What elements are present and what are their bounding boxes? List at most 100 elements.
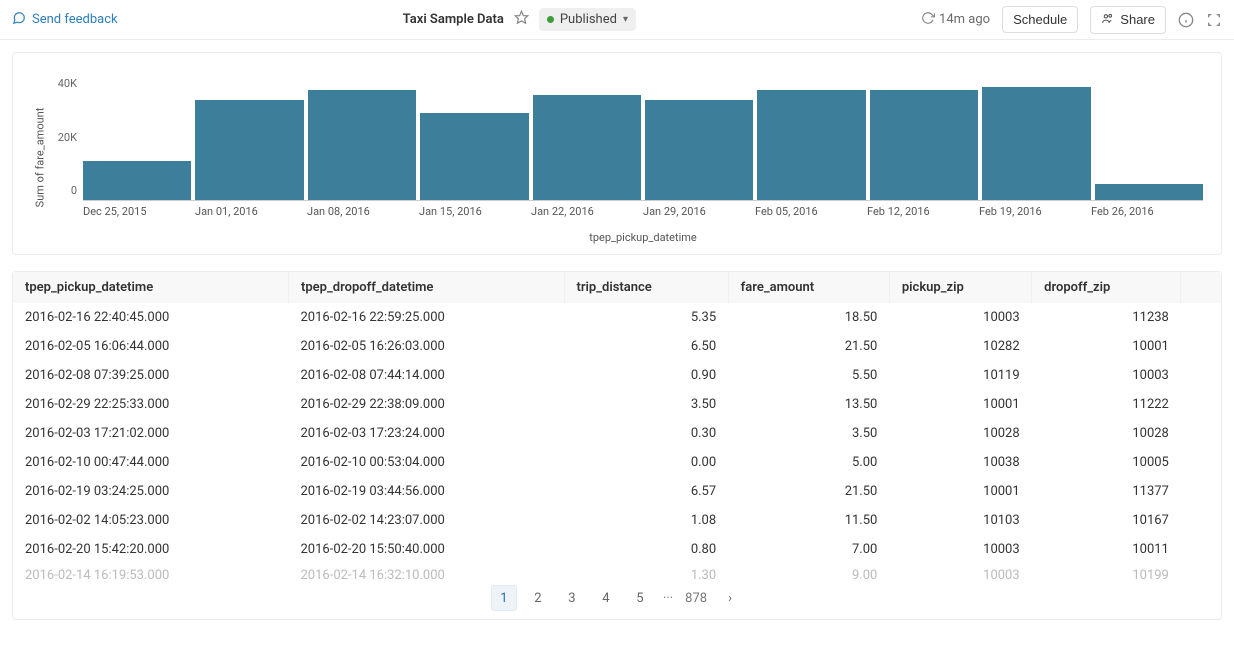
page-3[interactable]: 3 <box>559 585 585 611</box>
chart-yaxis: 40K 20K 0 <box>49 77 83 197</box>
xtick: Dec 25, 2015 <box>83 205 195 227</box>
xtick: Jan 08, 2016 <box>307 205 419 227</box>
star-icon[interactable] <box>514 10 529 29</box>
chart-bar[interactable] <box>195 100 303 200</box>
table-cell: 11238 <box>1032 303 1181 332</box>
table-cell: 10005 <box>1032 448 1181 477</box>
column-header[interactable]: dropoff_zip <box>1032 272 1181 303</box>
table-row[interactable]: 2016-02-29 22:25:33.0002016-02-29 22:38:… <box>13 390 1221 419</box>
table-cell: 2016-02-16 22:40:45.000 <box>13 303 289 332</box>
table-cell: 10038 <box>889 448 1031 477</box>
xtick: Jan 15, 2016 <box>419 205 531 227</box>
chart-bar[interactable] <box>982 87 1090 200</box>
chart-bar[interactable] <box>83 161 191 200</box>
chevron-down-icon: ▾ <box>623 14 628 25</box>
table-cell: 6.57 <box>564 477 728 506</box>
table-cell: 2016-02-05 16:26:03.000 <box>289 332 565 361</box>
chart-bar[interactable] <box>870 90 978 200</box>
table-cell-spacer <box>1181 535 1221 564</box>
chart-bar[interactable] <box>645 100 753 200</box>
table-cell: 2016-02-19 03:24:25.000 <box>13 477 289 506</box>
table-header-row: tpep_pickup_datetimetpep_dropoff_datetim… <box>13 272 1221 303</box>
table-cell: 10167 <box>1032 506 1181 535</box>
table-cell: 10001 <box>1032 332 1181 361</box>
table-body: 2016-02-16 22:40:45.0002016-02-16 22:59:… <box>13 303 1221 581</box>
table-cell: 7.00 <box>728 535 889 564</box>
table-row[interactable]: 2016-02-19 03:24:25.0002016-02-19 03:44:… <box>13 477 1221 506</box>
table-row[interactable]: 2016-02-02 14:05:23.0002016-02-02 14:23:… <box>13 506 1221 535</box>
table-row[interactable]: 2016-02-10 00:47:44.0002016-02-10 00:53:… <box>13 448 1221 477</box>
chart-xaxis: Dec 25, 2015Jan 01, 2016Jan 08, 2016Jan … <box>83 205 1203 227</box>
topbar: Send feedback Taxi Sample Data Published… <box>0 0 1234 40</box>
refresh-ago-label: 14m ago <box>939 12 990 27</box>
chart-bar[interactable] <box>1095 184 1203 200</box>
table-cell: 11.50 <box>728 506 889 535</box>
send-feedback-label: Send feedback <box>32 12 118 27</box>
chart-bar[interactable] <box>420 113 528 200</box>
table-cell: 2016-02-02 14:05:23.000 <box>13 506 289 535</box>
refresh-icon <box>921 11 935 29</box>
table-cell-spacer <box>1181 564 1221 581</box>
table-cell: 0.30 <box>564 419 728 448</box>
table-row[interactable]: 2016-02-20 15:42:20.0002016-02-20 15:50:… <box>13 535 1221 564</box>
table-cell: 2016-02-19 03:44:56.000 <box>289 477 565 506</box>
chart-bar[interactable] <box>757 90 865 200</box>
comment-icon <box>12 11 26 29</box>
pager-next[interactable]: › <box>717 585 743 611</box>
column-header[interactable]: trip_distance <box>564 272 728 303</box>
table-cell: 10003 <box>889 303 1031 332</box>
table-row[interactable]: 2016-02-14 16:19:53.0002016-02-14 16:32:… <box>13 564 1221 581</box>
chart-xlabel: tpep_pickup_datetime <box>83 231 1203 244</box>
table-cell: 5.50 <box>728 361 889 390</box>
status-dot-icon <box>547 16 554 23</box>
table-cell: 2016-02-03 17:23:24.000 <box>289 419 565 448</box>
table-cell: 5.35 <box>564 303 728 332</box>
page-5[interactable]: 5 <box>627 585 653 611</box>
table-cell: 10001 <box>889 477 1031 506</box>
table-cell: 9.00 <box>728 564 889 581</box>
chart-plot-area <box>83 71 1203 201</box>
table-cell: 13.50 <box>728 390 889 419</box>
page-1[interactable]: 1 <box>491 585 517 611</box>
table-cell: 0.00 <box>564 448 728 477</box>
table-cell: 2016-02-29 22:38:09.000 <box>289 390 565 419</box>
schedule-button[interactable]: Schedule <box>1002 6 1078 33</box>
chart-bar[interactable] <box>308 90 416 200</box>
status-pill[interactable]: Published ▾ <box>539 8 636 31</box>
table-row[interactable]: 2016-02-08 07:39:25.0002016-02-08 07:44:… <box>13 361 1221 390</box>
chart-bar[interactable] <box>533 95 641 200</box>
table-cell: 2016-02-29 22:25:33.000 <box>13 390 289 419</box>
xtick: Jan 01, 2016 <box>195 205 307 227</box>
table-cell: 10103 <box>889 506 1031 535</box>
pager-ellipsis: ··· <box>661 591 675 606</box>
send-feedback-link[interactable]: Send feedback <box>12 11 118 29</box>
column-header[interactable]: tpep_pickup_datetime <box>13 272 289 303</box>
table-row[interactable]: 2016-02-03 17:21:02.0002016-02-03 17:23:… <box>13 419 1221 448</box>
table-cell: 3.50 <box>728 419 889 448</box>
column-header[interactable]: pickup_zip <box>889 272 1031 303</box>
share-button[interactable]: Share <box>1090 6 1166 34</box>
table-cell: 10003 <box>1032 361 1181 390</box>
table-cell: 5.00 <box>728 448 889 477</box>
table-row[interactable]: 2016-02-16 22:40:45.0002016-02-16 22:59:… <box>13 303 1221 332</box>
table-cell: 11377 <box>1032 477 1181 506</box>
table-row[interactable]: 2016-02-05 16:06:44.0002016-02-05 16:26:… <box>13 332 1221 361</box>
chart-ylabel-wrap: Sum of fare_amount <box>31 71 49 244</box>
table-cell: 2016-02-03 17:21:02.000 <box>13 419 289 448</box>
column-header[interactable]: fare_amount <box>728 272 889 303</box>
refresh-info[interactable]: 14m ago <box>921 11 990 29</box>
ytick: 20K <box>58 131 77 144</box>
page-2[interactable]: 2 <box>525 585 551 611</box>
table-cell-spacer <box>1181 506 1221 535</box>
table-cell: 2016-02-20 15:42:20.000 <box>13 535 289 564</box>
info-icon[interactable] <box>1178 12 1194 28</box>
column-header[interactable]: tpep_dropoff_datetime <box>289 272 565 303</box>
page-4[interactable]: 4 <box>593 585 619 611</box>
table-cell: 2016-02-05 16:06:44.000 <box>13 332 289 361</box>
pager-last[interactable]: 878 <box>683 591 709 606</box>
fullscreen-icon[interactable] <box>1206 12 1222 28</box>
table-cell: 10001 <box>889 390 1031 419</box>
table-cell: 1.08 <box>564 506 728 535</box>
table-cell: 10199 <box>1032 564 1181 581</box>
table-cell: 10028 <box>889 419 1031 448</box>
